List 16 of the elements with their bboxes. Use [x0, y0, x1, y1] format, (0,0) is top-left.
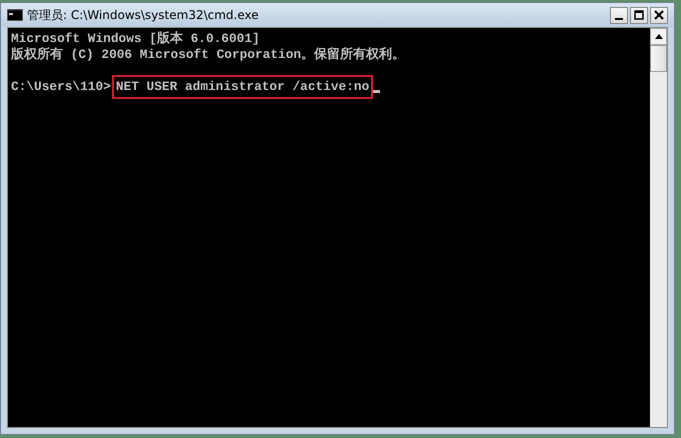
up-arrow-icon [654, 34, 662, 39]
close-button[interactable] [650, 6, 668, 24]
maximize-icon [634, 10, 644, 20]
minimize-icon [615, 18, 623, 20]
console-icon [7, 9, 23, 21]
maximize-button[interactable] [630, 6, 648, 24]
console-text: 版权所有 (C) 2006 Microsoft Corporation。保留所有权利。 [11, 47, 406, 63]
minimize-button[interactable] [610, 6, 628, 24]
scroll-up-button[interactable] [650, 28, 667, 45]
highlighted-command: NET USER administrator /active:no [114, 78, 370, 96]
close-icon [654, 10, 664, 20]
console-text: Microsoft Windows [版本 6.0.6001] [11, 31, 260, 47]
scroll-thumb[interactable] [650, 45, 667, 72]
command-prompt: C:\Users\110> [11, 79, 111, 95]
scrollbar[interactable] [650, 28, 667, 427]
window-title: 管理员: C:\Windows\system32\cmd.exe [27, 6, 260, 24]
